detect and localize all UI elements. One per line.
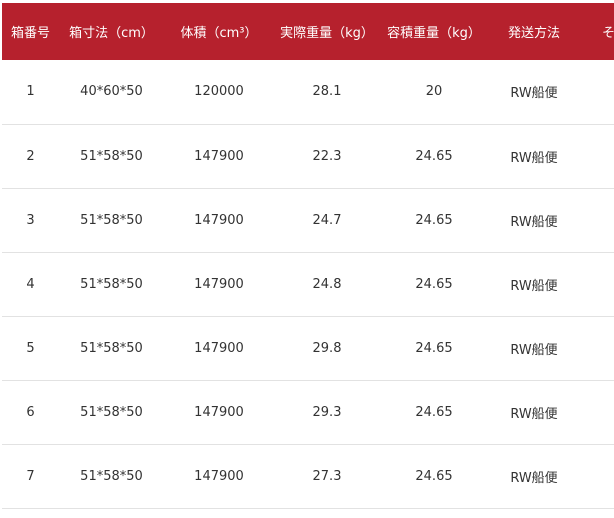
header-shipping-method: 発送方法: [507, 26, 560, 41]
table-row: 2 51*58*50 147900 22.3 24.65 RW船便: [2, 124, 614, 188]
cell-volume: 147900: [194, 468, 244, 484]
cell-actual-weight: 24.7: [312, 212, 342, 228]
cell-box-number: 6: [26, 404, 35, 420]
cell-box-number: 5: [26, 340, 35, 356]
cell-shipping-method: RW船便: [510, 214, 558, 230]
table-row: 6 51*58*50 147900 29.3 24.65 RW船便: [2, 380, 614, 444]
header-actual-weight: 実際重量（kg）: [280, 26, 374, 41]
cell-volumetric-weight: 24.65: [415, 148, 453, 164]
cell-truncated-column: [580, 124, 614, 188]
cell-volumetric-weight: 24.65: [415, 340, 453, 356]
cell-actual-weight: 29.3: [312, 404, 342, 420]
cell-box-dimensions: 51*58*50: [80, 404, 143, 420]
cell-volume: 120000: [194, 84, 244, 100]
cell-shipping-method: RW船便: [510, 150, 558, 166]
cell-box-number: 3: [26, 212, 35, 228]
shipment-box-table-container: 箱番号 箱寸法（cm） 体積（cm³） 実際重量（kg） 容積重量（kg） 発送…: [0, 0, 614, 518]
cell-truncated-column: [580, 188, 614, 252]
table-row: 4 51*58*50 147900 24.8 24.65 RW船便: [2, 252, 614, 316]
cell-volume: 147900: [194, 340, 244, 356]
cell-volumetric-weight: 24.65: [415, 468, 453, 484]
cell-box-number: 7: [26, 468, 35, 484]
cell-truncated-column: [580, 380, 614, 444]
header-volumetric-weight: 容積重量（kg）: [387, 26, 481, 41]
cell-actual-weight: 27.3: [312, 468, 342, 484]
header-row: 箱番号 箱寸法（cm） 体積（cm³） 実際重量（kg） 容積重量（kg） 発送…: [2, 3, 614, 60]
header-box-dimensions: 箱寸法（cm）: [69, 26, 154, 41]
cell-actual-weight: 24.8: [312, 276, 342, 292]
header-volume: 体積（cm³）: [180, 26, 258, 41]
cell-box-number: 4: [26, 276, 35, 292]
cell-box-dimensions: 51*58*50: [80, 276, 143, 292]
cell-volume: 147900: [194, 148, 244, 164]
cell-shipping-method: RW船便: [510, 342, 558, 358]
table-row: 7 51*58*50 147900 27.3 24.65 RW船便: [2, 444, 614, 508]
cell-box-dimensions: 51*58*50: [80, 340, 143, 356]
cell-box-dimensions: 51*58*50: [80, 148, 143, 164]
table-body: 1 40*60*50 120000 28.1 20 RW船便 2 51*58*50 147900…: [2, 60, 614, 508]
cell-volume: 147900: [194, 404, 244, 420]
table-row: 1 40*60*50 120000 28.1 20 RW船便: [2, 60, 614, 124]
cell-truncated-column: [580, 316, 614, 380]
cell-volumetric-weight: 24.65: [415, 212, 453, 228]
cell-shipping-method: RW船便: [510, 278, 558, 294]
cell-truncated-column: [580, 444, 614, 508]
cell-volumetric-weight: 24.65: [415, 404, 453, 420]
cell-box-dimensions: 40*60*50: [80, 84, 143, 100]
cell-box-number: 2: [26, 148, 35, 164]
cell-shipping-method: RW船便: [510, 406, 558, 422]
cell-box-number: 1: [26, 84, 35, 100]
cell-shipping-method: RW船便: [510, 470, 558, 486]
cell-truncated-column: [580, 60, 614, 124]
cell-actual-weight: 29.8: [312, 340, 342, 356]
header-truncated-column: そ: [602, 26, 614, 41]
table-row: 5 51*58*50 147900 29.8 24.65 RW船便: [2, 316, 614, 380]
cell-actual-weight: 22.3: [312, 148, 342, 164]
table-row: 3 51*58*50 147900 24.7 24.65 RW船便: [2, 188, 614, 252]
cell-volume: 147900: [194, 276, 244, 292]
cell-volume: 147900: [194, 212, 244, 228]
cell-volumetric-weight: 24.65: [415, 276, 453, 292]
cell-truncated-column: [580, 252, 614, 316]
shipment-box-table: 箱番号 箱寸法（cm） 体積（cm³） 実際重量（kg） 容積重量（kg） 発送…: [2, 3, 614, 509]
cell-actual-weight: 28.1: [312, 84, 342, 100]
header-box-number: 箱番号: [10, 26, 50, 41]
table-header: 箱番号 箱寸法（cm） 体積（cm³） 実際重量（kg） 容積重量（kg） 発送…: [2, 3, 614, 60]
cell-volumetric-weight: 20: [425, 84, 443, 100]
cell-box-dimensions: 51*58*50: [80, 468, 143, 484]
cell-shipping-method: RW船便: [510, 86, 558, 102]
cell-box-dimensions: 51*58*50: [80, 212, 143, 228]
